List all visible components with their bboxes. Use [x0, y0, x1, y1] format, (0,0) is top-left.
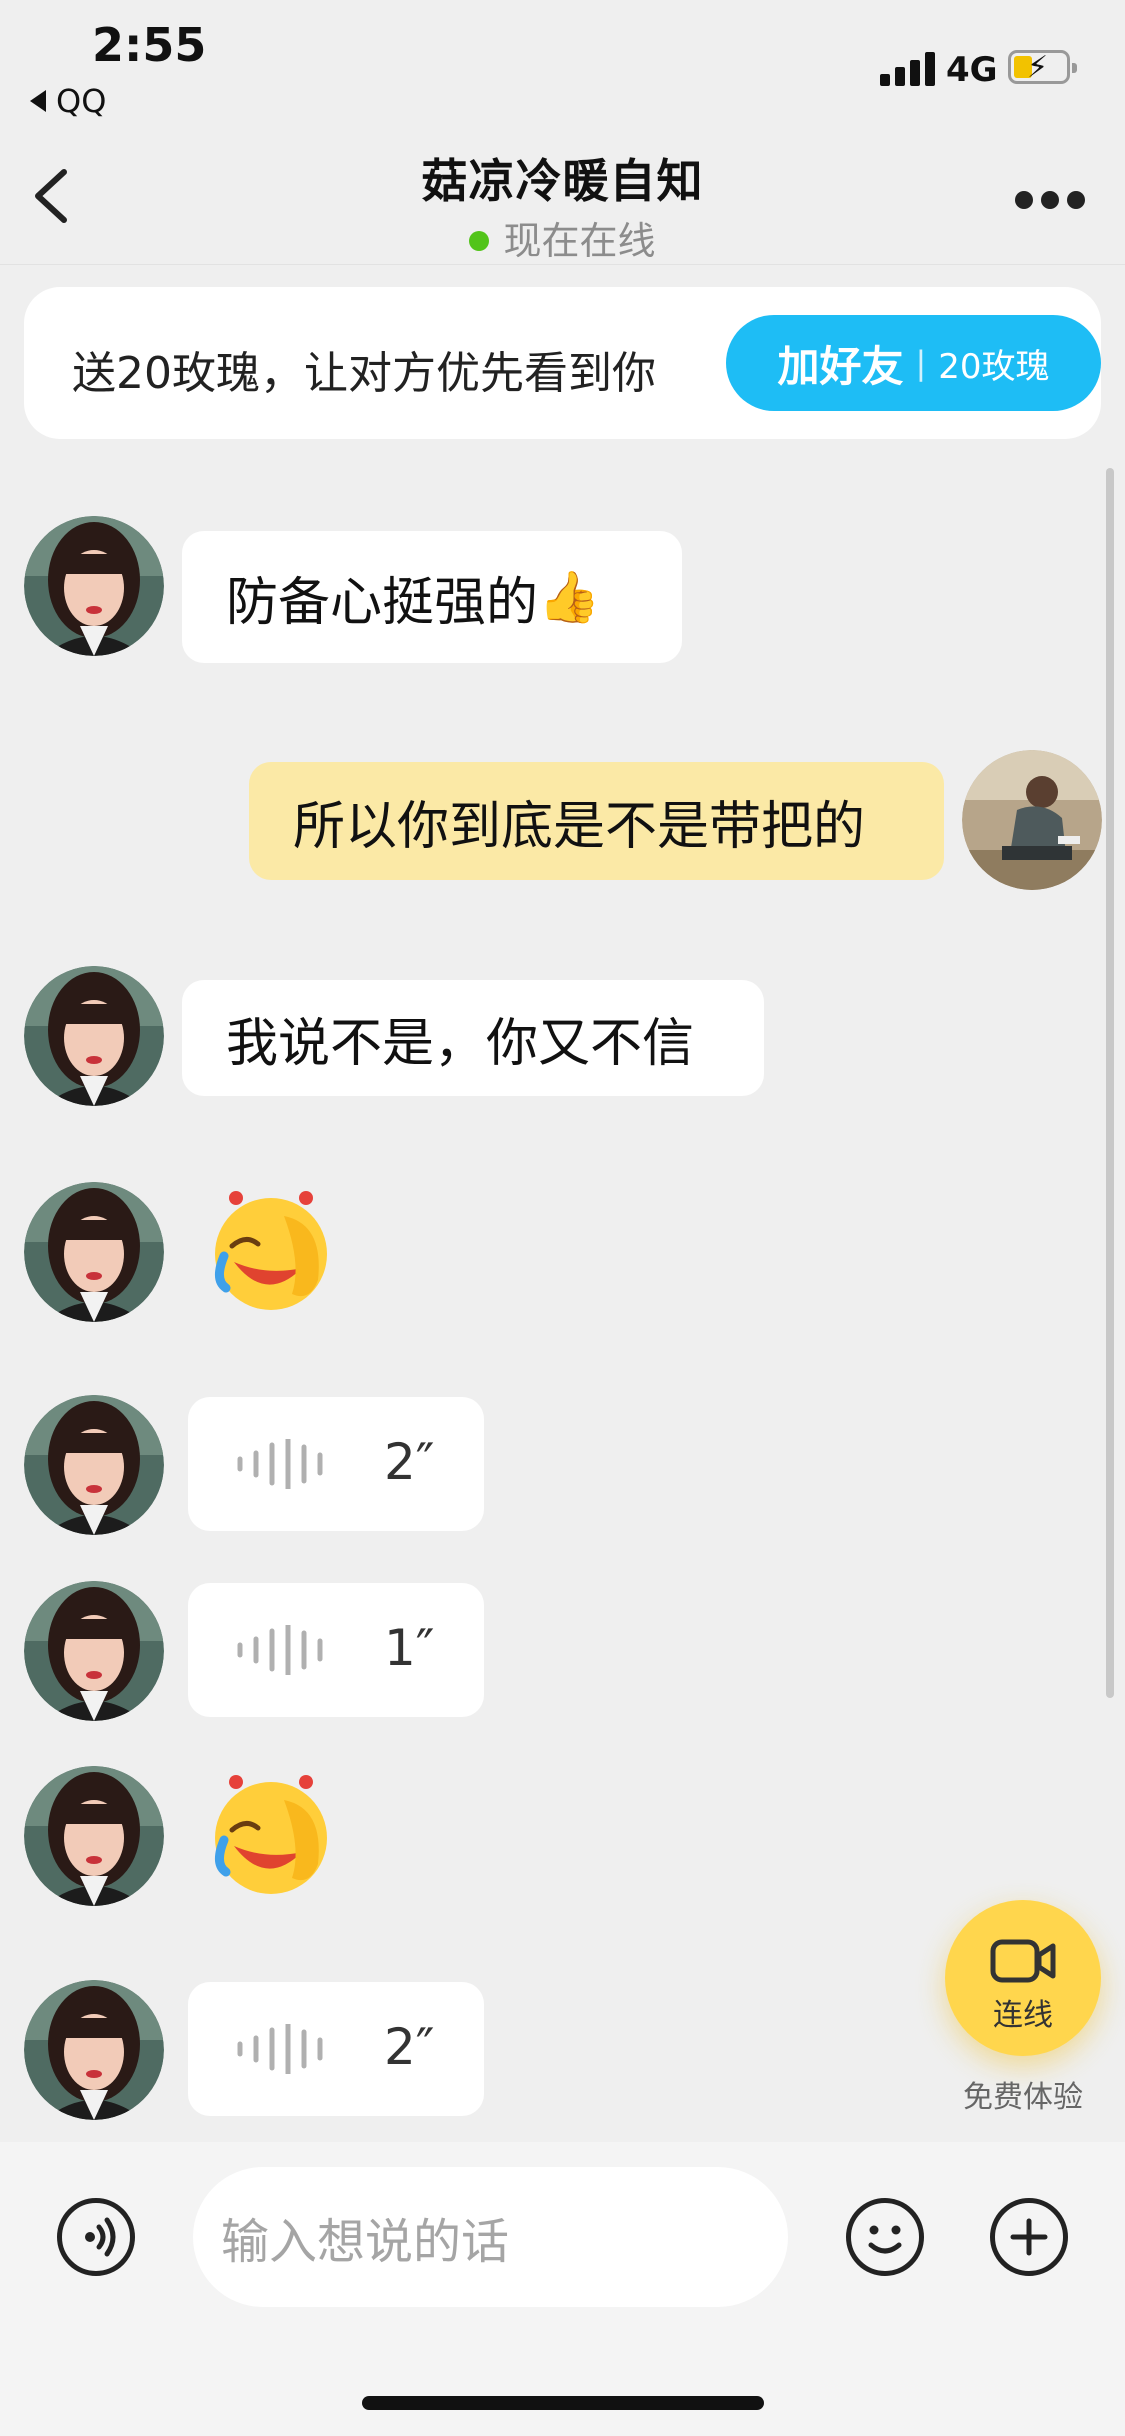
video-camera-icon [990, 1939, 1056, 1983]
add-friend-separator: | [915, 344, 927, 382]
video-call-button[interactable]: 连线 [945, 1900, 1101, 2056]
online-status: 现在在线 [0, 210, 1125, 265]
battery-charging-icon: ⚡ [1008, 50, 1077, 85]
voice-message[interactable]: 2″ [188, 1982, 484, 2116]
add-friend-button[interactable]: 加好友 | 20玫瑰 [726, 315, 1101, 411]
contact-avatar[interactable] [24, 1766, 164, 1906]
voice-duration: 2″ [384, 1433, 435, 1491]
voice-duration: 2″ [384, 2018, 435, 2076]
chat-header: 菇凉冷暖自知 现在在线 [0, 130, 1125, 265]
voice-message[interactable]: 1″ [188, 1583, 484, 1717]
scrollbar[interactable] [1106, 468, 1114, 1698]
promo-banner: 送20玫瑰，让对方优先看到你 加好友 | 20玫瑰 [24, 287, 1101, 439]
contact-avatar[interactable] [24, 1395, 164, 1535]
message-text: 我说不是，你又不信 [226, 1013, 695, 1074]
free-trial-label: 免费体验 [963, 2080, 1083, 2115]
network-type: 4G [946, 50, 998, 90]
status-bar: 2:55 QQ 4G ⚡ [0, 0, 1125, 130]
emoji-icon[interactable] [846, 2198, 924, 2276]
add-friend-label: 加好友 [777, 341, 904, 391]
contact-avatar[interactable] [24, 1182, 164, 1322]
message-input[interactable]: 输入想说的话 [193, 2167, 788, 2307]
voice-wave-icon [237, 1439, 323, 1489]
input-bar: 输入想说的话 [0, 2142, 1125, 2436]
contact-avatar[interactable] [24, 966, 164, 1106]
laughing-tears-sticker[interactable] [206, 1768, 336, 1898]
message-bubble[interactable]: 防备心挺强的 👍 [182, 531, 682, 663]
more-icon[interactable] [1015, 190, 1085, 210]
voice-wave-icon [237, 2024, 323, 2074]
contact-avatar[interactable] [24, 1980, 164, 2120]
contact-avatar[interactable] [24, 1581, 164, 1721]
back-to-app-link[interactable]: QQ [30, 82, 106, 120]
voice-duration: 1″ [384, 1619, 435, 1677]
chat-title[interactable]: 菇凉冷暖自知 [0, 145, 1125, 211]
voice-wave-icon [237, 1625, 323, 1675]
video-call-label: 连线 [993, 1998, 1053, 2033]
promo-text: 送20玫瑰，让对方优先看到你 [72, 348, 656, 399]
message-input-placeholder: 输入想说的话 [221, 2214, 510, 2270]
thumbs-up-emoji-icon: 👍 [538, 567, 601, 626]
contact-avatar[interactable] [24, 516, 164, 656]
online-status-text: 现在在线 [503, 219, 656, 263]
voice-input-icon[interactable] [57, 2198, 135, 2276]
back-app-label: QQ [56, 82, 107, 120]
my-message-bubble[interactable]: 所以你到底是不是带把的 [249, 762, 944, 880]
back-triangle-icon [30, 90, 46, 112]
my-avatar[interactable] [962, 750, 1102, 890]
message-text: 防备心挺强的 [226, 572, 539, 633]
online-dot-icon [469, 231, 490, 251]
voice-message[interactable]: 2″ [188, 1397, 484, 1531]
signal-icon [880, 52, 936, 86]
rose-cost-label: 20玫瑰 [938, 346, 1050, 387]
status-time: 2:55 [92, 18, 207, 72]
message-text: 所以你到底是不是带把的 [293, 796, 866, 857]
message-bubble[interactable]: 我说不是，你又不信 [182, 980, 764, 1096]
plus-icon[interactable] [990, 2198, 1068, 2276]
laughing-tears-sticker[interactable] [206, 1184, 336, 1314]
home-indicator[interactable] [362, 2396, 764, 2410]
